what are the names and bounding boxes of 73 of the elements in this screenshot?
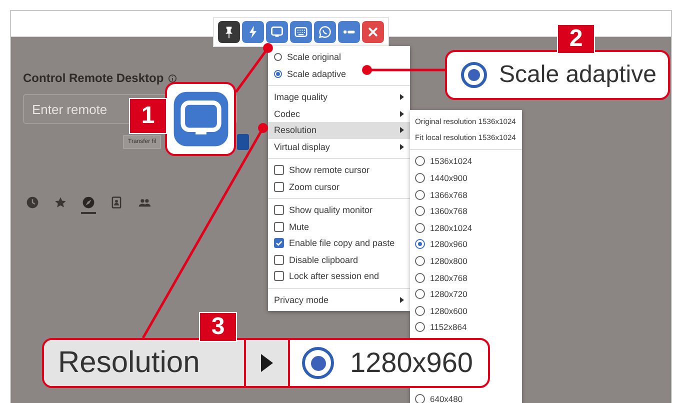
checkbox[interactable] (274, 238, 284, 248)
submenu-arrow-icon (260, 353, 274, 373)
menu-item[interactable]: 1280x600 (410, 302, 522, 320)
menu-item[interactable]: Zoom cursor (268, 178, 410, 195)
menu-item[interactable]: Lock after session end (268, 268, 410, 284)
checkbox[interactable] (274, 254, 284, 265)
step-badge: 3 (199, 312, 237, 342)
compass-icon (82, 196, 95, 209)
callout-label: Scale adaptive (499, 61, 656, 89)
clock-icon (26, 196, 39, 209)
radio-button[interactable] (415, 222, 425, 233)
close-icon (366, 25, 380, 39)
radio-button[interactable] (415, 190, 425, 200)
callout-label: 1280x960 (350, 347, 474, 379)
menu-item[interactable]: 1440x900 (410, 170, 522, 186)
tab[interactable] (81, 196, 96, 214)
menu-item[interactable]: Codec (268, 106, 410, 122)
menu-item[interactable]: 1280x960 (410, 236, 522, 253)
checkbox[interactable] (274, 222, 284, 232)
submenu-arrow-icon (400, 296, 404, 303)
checkbox[interactable] (274, 182, 284, 192)
menu-item[interactable]: Resolution (268, 122, 410, 138)
radio-button[interactable] (274, 53, 282, 62)
menu-item[interactable]: 1360x768 (410, 202, 522, 220)
monitor-icon (172, 90, 230, 148)
menu-item[interactable]: Virtual display (268, 138, 410, 155)
menu-item[interactable]: 1536x1024 (410, 153, 522, 170)
radio-button[interactable] (415, 239, 425, 250)
menu-item[interactable]: Show quality monitor (268, 202, 410, 218)
menu-item[interactable]: 1280x768 (410, 269, 522, 286)
radio-button[interactable] (415, 306, 425, 316)
menu-item[interactable]: 1280x720 (410, 286, 522, 303)
menu-item[interactable]: Mute (268, 218, 410, 235)
menu-item[interactable]: 1366x768 (410, 186, 522, 203)
star-icon (54, 196, 67, 209)
menu-item[interactable]: 1280x800 (410, 252, 522, 270)
submenu-arrow-icon (400, 127, 404, 134)
radio-button[interactable] (415, 256, 425, 266)
menu-item[interactable]: Image quality (268, 89, 410, 106)
menu-item[interactable]: Show remote cursor (268, 162, 410, 178)
checkbox[interactable] (274, 205, 284, 216)
menu-item[interactable]: Scale original (268, 49, 410, 66)
keyboard-icon (294, 25, 308, 39)
radio-button[interactable] (415, 289, 425, 300)
radio-button[interactable] (274, 70, 282, 78)
radio-button[interactable] (415, 173, 425, 184)
checkbox[interactable] (274, 271, 284, 282)
menu-item[interactable]: Enable file copy and paste (268, 235, 410, 252)
step-badge: 2 (557, 24, 595, 54)
chat-icon (318, 25, 332, 39)
panel-heading: Control Remote Desktop (23, 71, 164, 85)
step-badge: 1 (129, 98, 167, 134)
menu-item[interactable]: 1280x1024 (410, 220, 522, 236)
checkbox[interactable] (274, 165, 284, 176)
menu-item[interactable]: 1152x864 (410, 319, 522, 336)
menu-item[interactable]: Privacy mode (268, 292, 410, 308)
toolbar-button[interactable] (218, 21, 240, 43)
info-icon (168, 74, 177, 82)
monitor-icon (270, 25, 284, 39)
submenu-arrow-icon (400, 94, 404, 100)
address-book-icon (110, 196, 123, 209)
radio-button[interactable] (415, 206, 425, 216)
menu-item[interactable]: 640x480 (410, 390, 522, 403)
menu-item[interactable]: Disable clipboard (268, 252, 410, 268)
submenu-arrow-icon (400, 144, 404, 150)
radio-button[interactable] (415, 394, 425, 403)
radio-button[interactable] (415, 272, 425, 283)
callout-label: Resolution (58, 346, 200, 380)
menu-item[interactable]: Scale adaptive (268, 66, 410, 82)
submenu-arrow-icon (400, 110, 404, 117)
radio-button[interactable] (415, 156, 425, 166)
radio-button[interactable] (415, 322, 425, 332)
people-icon (138, 196, 151, 209)
